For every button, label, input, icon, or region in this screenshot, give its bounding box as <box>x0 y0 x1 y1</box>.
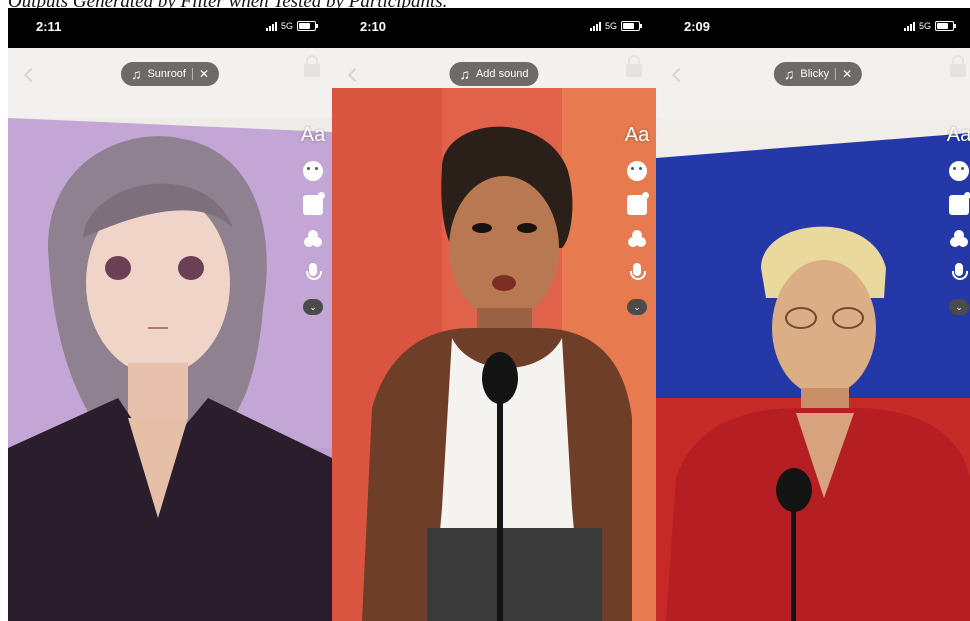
back-chevron-icon[interactable] <box>671 67 687 83</box>
lock-icon[interactable] <box>626 55 642 77</box>
edit-tools-rail: Aa ⌄ <box>296 124 330 315</box>
pill-divider <box>835 68 837 80</box>
editor-top-bar: ♫ Sunroof ✕ <box>8 48 332 118</box>
more-chevron-icon[interactable]: ⌄ <box>627 299 647 315</box>
filter-output-image <box>332 88 656 621</box>
filters-icon[interactable] <box>627 229 647 249</box>
signal-icon <box>903 21 915 31</box>
sticker-icon[interactable] <box>627 192 649 215</box>
voiceover-icon[interactable] <box>949 263 969 283</box>
more-chevron-icon[interactable]: ⌄ <box>303 299 323 315</box>
lock-icon[interactable] <box>950 55 966 77</box>
filter-output-image <box>8 118 332 621</box>
network-label: 5G <box>280 21 293 31</box>
edit-tools-rail: Aa ⌄ <box>620 124 654 315</box>
sound-label: Blicky <box>800 68 830 80</box>
sticker-icon[interactable] <box>949 192 970 215</box>
music-note-icon: ♫ <box>459 66 470 82</box>
effects-icon[interactable] <box>627 161 647 181</box>
back-chevron-icon[interactable] <box>347 67 363 83</box>
text-tool-icon[interactable]: Aa <box>942 124 970 147</box>
sound-label: Add sound <box>475 68 529 80</box>
back-chevron-icon[interactable] <box>23 67 39 83</box>
signal-icon <box>265 21 277 31</box>
music-note-icon: ♫ <box>130 66 142 82</box>
text-tool-icon[interactable]: Aa <box>620 124 654 147</box>
phone-screenshot-2: 2:10 5G ♫ Add sound Aa ⌄ <box>332 8 656 621</box>
close-icon[interactable]: ✕ <box>842 67 852 81</box>
battery-icon <box>297 21 318 31</box>
status-icons: 5G <box>265 21 318 31</box>
music-note-icon: ♫ <box>783 66 795 82</box>
battery-icon <box>621 21 642 31</box>
phone-screenshot-1: 2:11 5G ♫ Sunroof ✕ Aa ⌄ <box>8 8 332 621</box>
status-icons: 5G <box>589 21 642 31</box>
pill-divider <box>191 68 193 80</box>
signal-icon <box>589 21 601 31</box>
status-time: 2:10 <box>360 19 387 34</box>
filters-icon[interactable] <box>949 229 969 249</box>
status-time: 2:09 <box>684 19 711 34</box>
effects-icon[interactable] <box>303 161 323 181</box>
battery-icon <box>935 21 956 31</box>
network-label: 5G <box>604 21 617 31</box>
effects-icon[interactable] <box>949 161 969 181</box>
edit-tools-rail: Aa ⌄ <box>942 124 970 315</box>
add-sound-button[interactable]: ♫ Sunroof ✕ <box>120 62 220 86</box>
network-label: 5G <box>918 21 931 31</box>
status-icons: 5G <box>903 21 956 31</box>
status-bar: 2:11 5G <box>8 8 332 48</box>
editor-top-bar: ♫ Blicky ✕ <box>656 48 970 118</box>
sound-label: Sunroof <box>147 68 186 80</box>
filters-icon[interactable] <box>303 229 323 249</box>
text-tool-icon[interactable]: Aa <box>296 124 330 147</box>
voiceover-icon[interactable] <box>627 263 647 283</box>
status-time: 2:11 <box>36 19 62 34</box>
add-sound-button[interactable]: ♫ Blicky ✕ <box>773 62 863 86</box>
close-icon[interactable]: ✕ <box>199 67 209 81</box>
voiceover-icon[interactable] <box>303 263 323 283</box>
add-sound-button[interactable]: ♫ Add sound <box>449 62 539 86</box>
more-chevron-icon[interactable]: ⌄ <box>949 299 969 315</box>
status-bar: 2:10 5G <box>332 8 656 48</box>
lock-icon[interactable] <box>304 55 320 77</box>
filter-output-image <box>656 118 970 621</box>
sticker-icon[interactable] <box>303 192 325 215</box>
status-bar: 2:09 5G <box>656 8 970 48</box>
phone-screenshot-3: 2:09 5G ♫ Blicky ✕ Aa ⌄ <box>656 8 970 621</box>
